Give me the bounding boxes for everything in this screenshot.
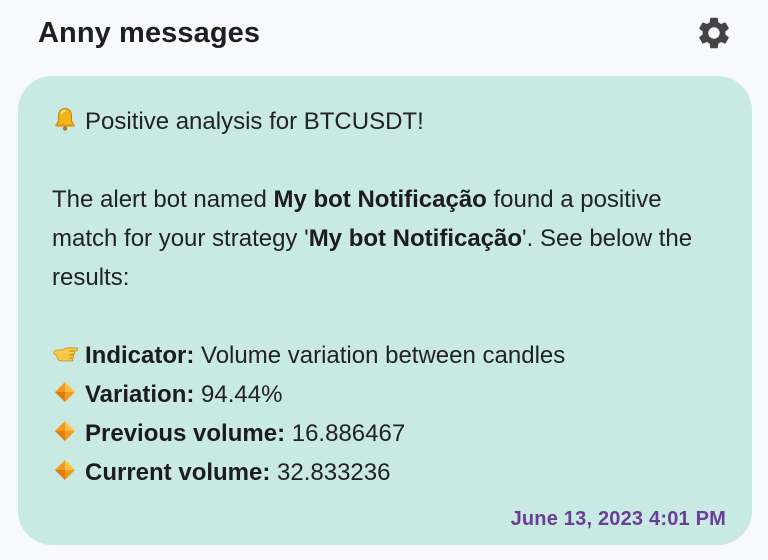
- previous-volume-value: 16.886467: [285, 420, 406, 447]
- pointing-hand-icon: [52, 340, 78, 366]
- orange-diamond-icon: [52, 457, 78, 483]
- bell-icon: [52, 106, 78, 132]
- strategy-name: My bot Notificação: [308, 225, 523, 252]
- message-intro: The alert bot named My bot Notificação f…: [52, 180, 732, 297]
- indicator-label: Indicator:: [85, 342, 195, 369]
- variation-label: Variation:: [85, 381, 195, 408]
- current-volume-row: Current volume: 32.833236: [52, 453, 732, 492]
- indicator-value: Volume variation between candles: [194, 342, 566, 369]
- orange-diamond-icon: [52, 418, 78, 444]
- message-content: Positive analysis for BTCUSDT! The alert…: [52, 102, 732, 492]
- message-bubble: Positive analysis for BTCUSDT! The alert…: [18, 76, 752, 545]
- headline-text: Positive analysis for BTCUSDT!: [85, 108, 424, 135]
- gear-icon[interactable]: [695, 14, 733, 52]
- indicator-row: Indicator: Volume variation between cand…: [52, 336, 732, 375]
- current-volume-value: 32.833236: [270, 459, 391, 486]
- variation-row: Variation: 94.44%: [52, 375, 732, 414]
- orange-diamond-icon: [52, 379, 78, 405]
- page-title: Anny messages: [38, 17, 261, 49]
- bot-name: My bot Notificação: [273, 186, 487, 213]
- previous-volume-row: Previous volume: 16.886467: [52, 414, 732, 453]
- message-headline: Positive analysis for BTCUSDT!: [52, 102, 732, 141]
- variation-value: 94.44%: [194, 381, 283, 408]
- header: Anny messages: [0, 0, 768, 68]
- current-volume-label: Current volume:: [85, 459, 271, 486]
- intro-prefix: The alert bot named: [52, 186, 274, 213]
- previous-volume-label: Previous volume:: [85, 420, 286, 447]
- message-timestamp: June 13, 2023 4:01 PM: [510, 508, 726, 530]
